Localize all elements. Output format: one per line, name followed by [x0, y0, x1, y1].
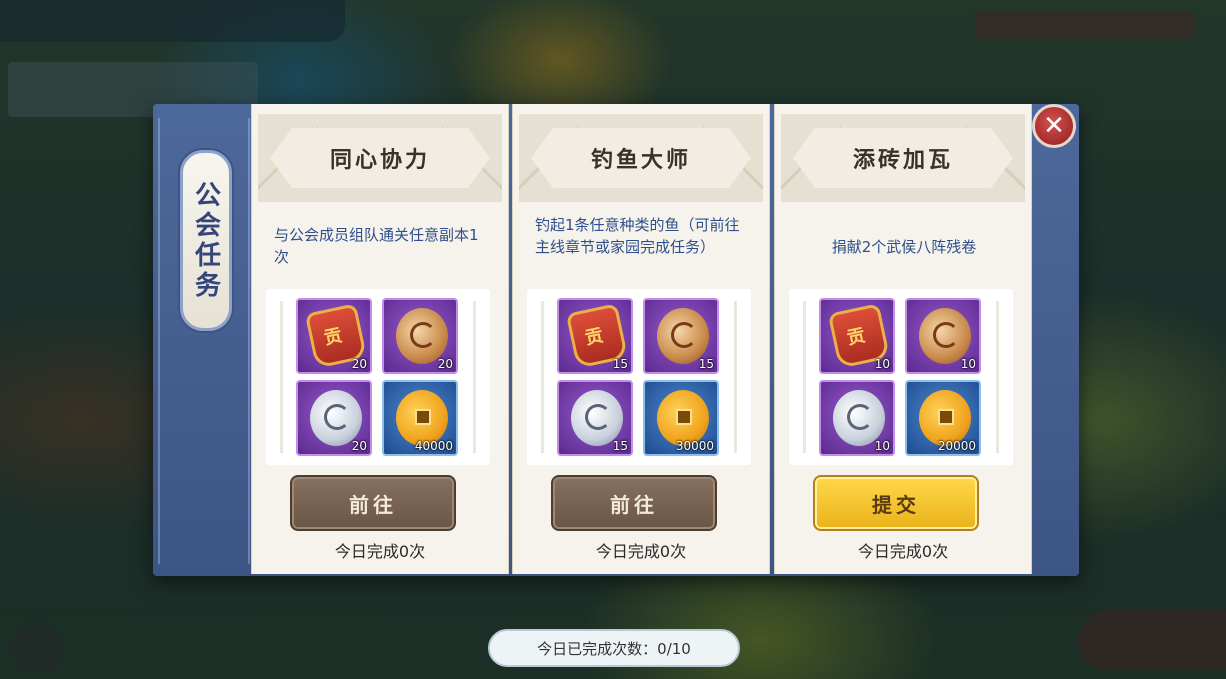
daily-completion-text: 今日完成0次	[334, 542, 426, 561]
reward-count: 15	[612, 357, 628, 371]
reward-item[interactable]: 10	[905, 298, 981, 374]
task-title-plate: 钓鱼大师	[531, 128, 751, 188]
go-button[interactable]: 前往	[290, 475, 456, 531]
silver-dragon-medal-icon	[571, 390, 623, 446]
reward-count: 10	[874, 357, 890, 371]
reward-box: 20 20 20 40000	[266, 289, 490, 465]
task-description: 捐献2个武侯八阵残卷	[831, 238, 977, 256]
task-card-1: 同心协力 与公会成员组队通关任意副本1次 20 20 20 40000 前往 今…	[251, 104, 509, 574]
task-title: 添砖加瓦	[852, 148, 953, 173]
reward-item[interactable]: 20	[382, 298, 458, 374]
reward-item[interactable]: 20	[296, 380, 372, 456]
reward-count: 10	[960, 357, 976, 371]
go-button[interactable]: 前往	[551, 475, 717, 531]
reward-item[interactable]: 15	[557, 380, 633, 456]
reward-count: 20	[351, 357, 367, 371]
reward-box: 15 15 15 30000	[527, 289, 751, 465]
reward-box: 10 10 10 20000	[789, 289, 1013, 465]
reward-count: 30000	[675, 439, 714, 453]
task-card-header: 钓鱼大师	[519, 114, 763, 202]
guild-task-tab-label: 公会任务	[190, 180, 221, 301]
submit-button[interactable]: 提交	[813, 475, 979, 531]
gold-dragon-medal-icon	[396, 308, 448, 364]
close-button[interactable]: ✕	[1032, 104, 1076, 148]
copper-coin-icon	[396, 390, 448, 446]
reward-item[interactable]: 15	[643, 298, 719, 374]
guild-task-tab[interactable]: 公会任务	[180, 150, 232, 331]
task-card-3: 添砖加瓦 捐献2个武侯八阵残卷 10 10 10 20000 提交 今日完成0次	[774, 104, 1032, 574]
silver-dragon-medal-icon	[833, 390, 885, 446]
reward-item[interactable]: 10	[819, 380, 895, 456]
task-title: 同心协力	[329, 148, 430, 173]
copper-coin-icon	[919, 390, 971, 446]
gold-dragon-medal-icon	[657, 308, 709, 364]
reward-count: 20	[351, 439, 367, 453]
reward-item[interactable]: 20000	[905, 380, 981, 456]
total-completion-counter: 今日已完成次数：0/10	[488, 629, 740, 667]
reward-count: 20	[437, 357, 453, 371]
reward-item[interactable]: 15	[557, 298, 633, 374]
reward-item[interactable]: 10	[819, 298, 895, 374]
task-title-plate: 添砖加瓦	[793, 128, 1013, 188]
task-title: 钓鱼大师	[590, 148, 691, 173]
reward-item[interactable]: 40000	[382, 380, 458, 456]
reward-count: 10	[874, 439, 890, 453]
task-card-header: 同心协力	[258, 114, 502, 202]
task-title-plate: 同心协力	[270, 128, 490, 188]
task-description: 与公会成员组队通关任意副本1次	[274, 226, 479, 266]
copper-coin-icon	[657, 390, 709, 446]
reward-count: 40000	[414, 439, 453, 453]
gold-dragon-medal-icon	[919, 308, 971, 364]
reward-item[interactable]: 20	[296, 298, 372, 374]
task-card-2: 钓鱼大师 钓起1条任意种类的鱼（可前往主线章节或家园完成任务） 15 15 15…	[512, 104, 770, 574]
reward-count: 20000	[937, 439, 976, 453]
daily-completion-text: 今日完成0次	[857, 542, 949, 561]
task-description: 钓起1条任意种类的鱼（可前往主线章节或家园完成任务）	[535, 216, 740, 256]
reward-item[interactable]: 30000	[643, 380, 719, 456]
reward-count: 15	[698, 357, 714, 371]
task-card-header: 添砖加瓦	[781, 114, 1025, 202]
daily-completion-text: 今日完成0次	[595, 542, 687, 561]
reward-count: 15	[612, 439, 628, 453]
close-icon: ✕	[1043, 111, 1065, 141]
silver-dragon-medal-icon	[310, 390, 362, 446]
